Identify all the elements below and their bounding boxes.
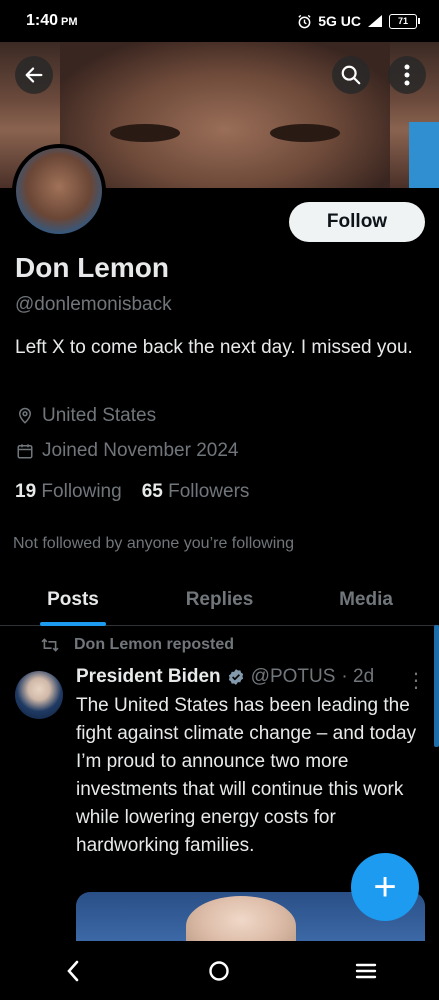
signal-icon (368, 15, 382, 27)
status-time: 1:40 PM (26, 12, 78, 30)
system-navigation-bar (0, 941, 439, 1000)
back-button[interactable] (15, 56, 53, 94)
profile-stats: 19 Following 65 Followers (15, 481, 249, 503)
scrollbar[interactable] (434, 625, 439, 747)
nav-back-button[interactable] (43, 946, 103, 996)
post-author-name[interactable]: President Biden (76, 666, 221, 688)
post-more-icon[interactable]: ⋮ (406, 668, 426, 693)
tab-media-label: Media (339, 589, 393, 610)
network-label: 5G UC (318, 13, 361, 29)
repost-label: Don Lemon reposted (74, 636, 235, 653)
search-icon (341, 65, 361, 85)
calendar-icon (17, 444, 33, 459)
status-bar: 1:40 PM 5G UC 71 (0, 0, 439, 42)
tab-posts-label: Posts (47, 589, 99, 610)
tab-replies[interactable]: Replies (146, 575, 293, 625)
tab-active-indicator (40, 622, 106, 626)
followers-count: 65 (141, 481, 163, 502)
nav-home-button[interactable] (189, 946, 249, 996)
profile-location: United States (16, 405, 156, 427)
post-text: The United States has been leading the f… (76, 695, 417, 856)
verified-badge-icon (228, 669, 243, 685)
chevron-left-icon (67, 960, 79, 981)
battery-level: 71 (397, 16, 408, 26)
banner-eye-left (110, 124, 180, 142)
following-count: 19 (15, 481, 37, 502)
back-arrow-icon (25, 67, 43, 83)
home-circle-icon (209, 960, 230, 981)
following-label: Following (41, 481, 122, 502)
joined-text: Joined November 2024 (42, 440, 239, 461)
banner-eye-right (270, 124, 340, 142)
nav-recents-button[interactable] (336, 946, 396, 996)
tab-posts[interactable]: Posts (0, 575, 146, 626)
profile-name: Don Lemon (15, 252, 169, 283)
alarm-icon (298, 14, 311, 28)
followers-link[interactable]: 65 Followers (142, 481, 250, 503)
tab-replies-label: Replies (185, 589, 254, 610)
tab-media[interactable]: Media (293, 575, 439, 625)
menu-lines-icon (355, 963, 377, 978)
more-options-button[interactable] (388, 56, 426, 94)
post-author-handle: @POTUS (250, 666, 336, 687)
battery-icon: 71 (389, 13, 420, 29)
profile-joined: Joined November 2024 (16, 440, 238, 462)
followers-label: Followers (168, 481, 250, 502)
status-icons: 5G UC 71 (297, 13, 420, 29)
post-media-face (186, 896, 296, 944)
search-button[interactable] (332, 56, 370, 94)
repost-icon (41, 638, 59, 652)
status-time-value: 1:40 (26, 12, 59, 29)
post-time: · 2d (341, 666, 375, 687)
status-ampm: PM (61, 16, 78, 28)
following-link[interactable]: 19 Following (15, 481, 122, 503)
location-pin-icon (18, 407, 32, 424)
follow-button[interactable]: Follow (289, 202, 425, 242)
banner-background-patch (409, 122, 439, 188)
profile-avatar[interactable] (12, 144, 106, 238)
profile-bio: Left X to come back the next day. I miss… (15, 337, 413, 358)
post-header: President Biden @POTUS · 2d (76, 666, 374, 688)
profile-handle: @donlemonisback (15, 294, 172, 315)
not-followed-note: Not followed by anyone you’re following (13, 535, 295, 552)
profile-tabs: Posts Replies Media (0, 575, 439, 626)
location-text: United States (42, 405, 157, 426)
more-vertical-icon (404, 64, 410, 86)
compose-post-button[interactable]: + (351, 853, 419, 921)
post-author-avatar[interactable] (15, 671, 63, 719)
repost-indicator: Don Lemon reposted (40, 636, 234, 654)
